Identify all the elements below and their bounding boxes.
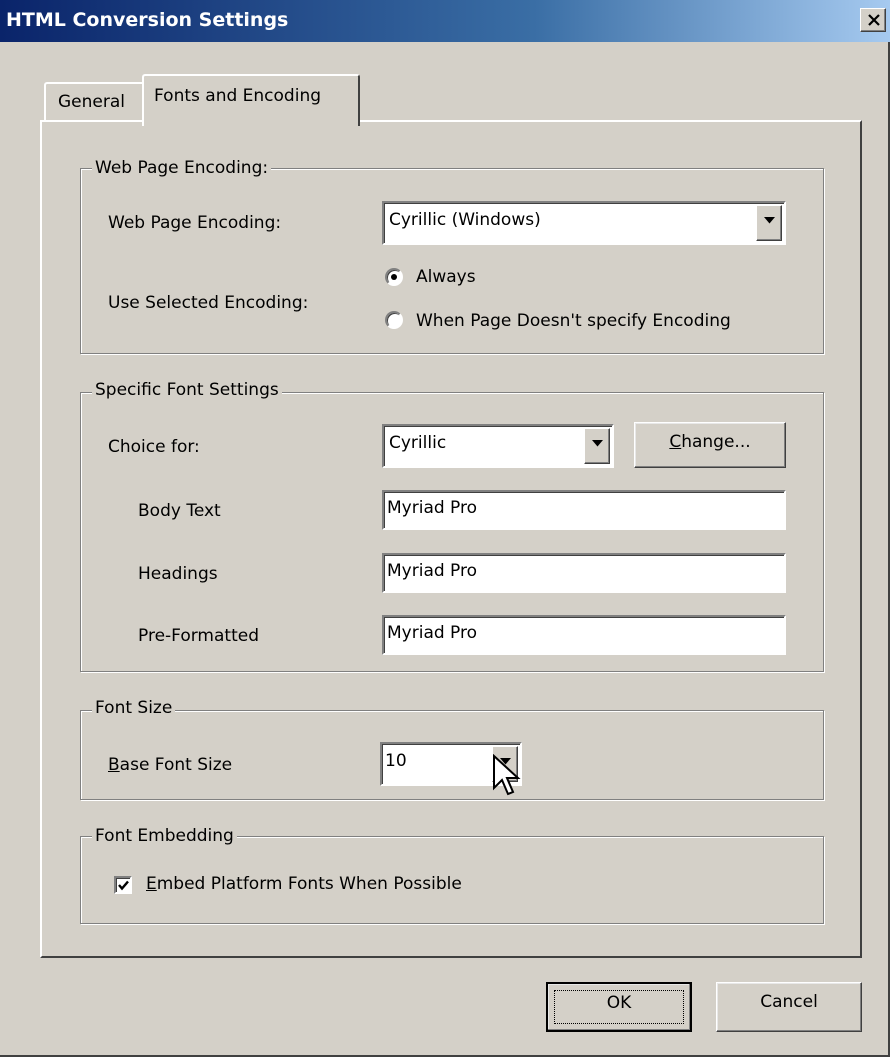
pre-formatted-font-field[interactable]: Myriad Pro	[382, 615, 786, 655]
font-settings-legend: Specific Font Settings	[92, 380, 282, 400]
charset-select[interactable]: Cyrillic	[382, 424, 614, 468]
ok-button-label: OK	[606, 993, 632, 1013]
headings-font-field[interactable]: Myriad Pro	[382, 553, 786, 593]
choice-for-label: Choice for:	[108, 437, 200, 457]
chevron-down-icon	[592, 440, 603, 447]
embed-fonts-checkbox[interactable]	[114, 876, 132, 894]
radio-always[interactable]	[385, 268, 403, 286]
body-text-font-value: Myriad Pro	[387, 498, 478, 518]
encoding-label: Web Page Encoding:	[108, 213, 282, 233]
window-title: HTML Conversion Settings	[6, 9, 289, 31]
tab-general-label: General	[58, 92, 125, 112]
change-button[interactable]: Change...	[634, 422, 786, 468]
checkmark-icon	[118, 880, 129, 891]
title-bar[interactable]: HTML Conversion Settings	[0, 0, 890, 42]
radio-always-label[interactable]: Always	[416, 266, 476, 288]
encoding-select[interactable]: Cyrillic (Windows)	[382, 201, 786, 245]
charset-select-value: Cyrillic	[389, 433, 447, 453]
body-text-font-field[interactable]: Myriad Pro	[382, 490, 786, 530]
tab-fonts-and-encoding-label: Fonts and Encoding	[154, 86, 322, 106]
change-button-label: Change...	[669, 432, 751, 452]
body-text-label: Body Text	[138, 501, 221, 521]
radio-when-not-specified[interactable]	[385, 311, 403, 329]
pre-formatted-label: Pre-Formatted	[138, 626, 259, 646]
dialog-window: HTML Conversion Settings General Fonts a…	[0, 0, 890, 1057]
tab-fonts-and-encoding[interactable]: Fonts and Encoding	[142, 74, 360, 126]
base-font-size-label: Base Font Size	[108, 755, 233, 775]
embed-fonts-label[interactable]: Embed Platform Fonts When Possible	[146, 873, 462, 895]
close-button[interactable]	[860, 8, 886, 32]
encoding-group-legend: Web Page Encoding:	[92, 158, 272, 178]
headings-label: Headings	[138, 564, 218, 584]
encoding-dropdown-button[interactable]	[756, 205, 782, 241]
ok-button[interactable]: OK	[546, 982, 692, 1032]
pre-formatted-font-value: Myriad Pro	[387, 623, 478, 643]
headings-font-value: Myriad Pro	[387, 561, 478, 581]
font-size-legend: Font Size	[92, 698, 176, 718]
encoding-select-value: Cyrillic (Windows)	[389, 210, 541, 230]
cancel-button-label: Cancel	[760, 992, 818, 1012]
font-embedding-legend: Font Embedding	[92, 826, 237, 846]
radio-selected-dot	[391, 274, 397, 280]
base-font-size-value: 10	[385, 751, 407, 771]
close-icon	[868, 14, 880, 26]
use-encoding-label: Use Selected Encoding:	[108, 293, 309, 313]
charset-dropdown-button[interactable]	[584, 428, 610, 464]
tab-general[interactable]: General	[44, 82, 148, 122]
chevron-down-icon	[764, 217, 775, 224]
mouse-cursor-icon	[493, 754, 521, 796]
radio-when-not-specified-label[interactable]: When Page Doesn't specify Encoding	[416, 310, 731, 332]
cancel-button[interactable]: Cancel	[716, 982, 862, 1032]
